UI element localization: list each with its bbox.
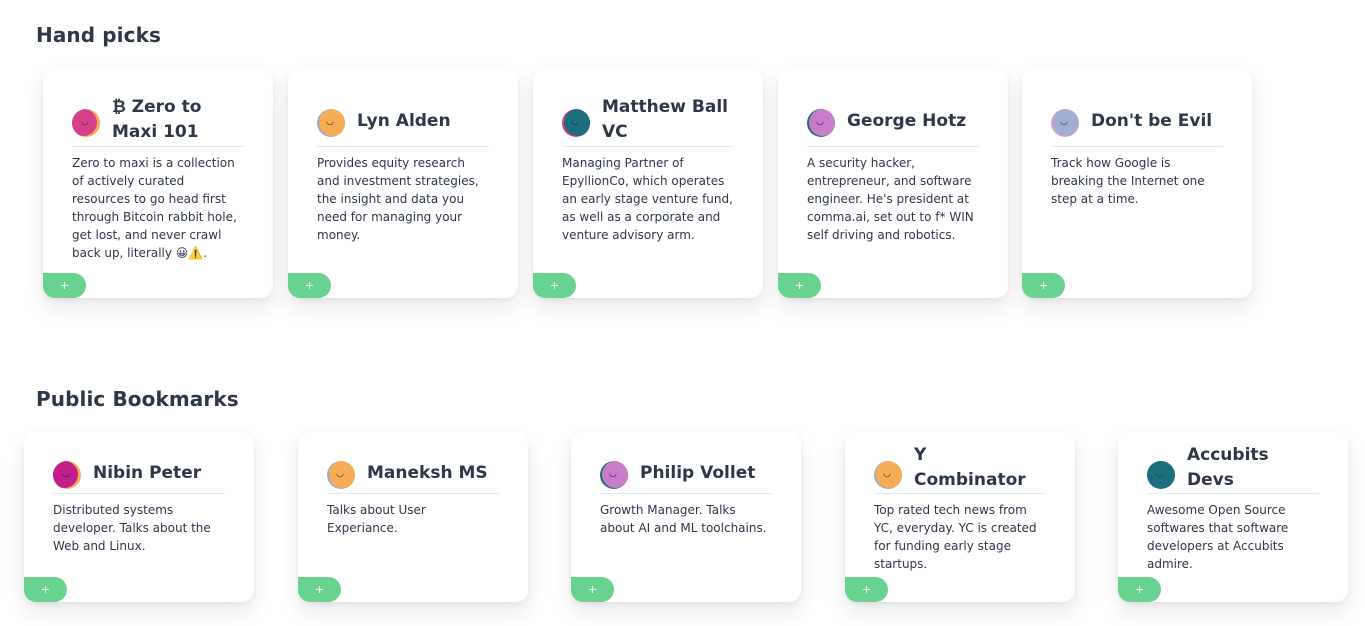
smiley-icon: ◡ (326, 117, 334, 127)
smiley-icon: ◡ (62, 468, 70, 479)
smiley-icon: ◡ (609, 468, 617, 479)
bookmark-card[interactable]: ◡ Philip Vollet Growth Manager. Talks ab… (571, 432, 801, 602)
card-header: ◡ Y Combinator (874, 432, 1046, 494)
avatar: ◡ (600, 460, 628, 489)
card-description: Track how Google is breaking the Interne… (1051, 156, 1205, 206)
avatar: ◡ (72, 109, 100, 137)
bookmark-card[interactable]: ◡ Nibin Peter Distributed systems develo… (24, 432, 254, 602)
bookmark-card[interactable]: ◡ Lyn Alden Provides equity research and… (288, 68, 518, 298)
smiley-icon: ◡ (816, 117, 824, 127)
avatar: ◡ (562, 109, 590, 137)
add-bookmark-button[interactable]: + (845, 577, 888, 602)
add-bookmark-button[interactable]: + (571, 577, 614, 602)
smiley-icon: ◡ (883, 468, 891, 479)
add-bookmark-button[interactable]: + (533, 273, 576, 298)
avatar: ◡ (807, 109, 835, 137)
avatar: ◡ (53, 460, 81, 489)
avatar: ◡ (1051, 109, 1079, 137)
smiley-icon: ◡ (336, 468, 344, 479)
card-header: ◡ Lyn Alden (317, 68, 489, 147)
section-title-public-bookmarks: Public Bookmarks (36, 387, 239, 411)
card-title: Nibin Peter (93, 463, 202, 483)
card-description: Distributed systems developer. Talks abo… (53, 503, 211, 553)
card-header: ◡ George Hotz (807, 68, 979, 147)
card-title: Matthew Ball VC (602, 97, 728, 142)
card-header: ◡ ₿ Zero to Maxi 101 (72, 68, 244, 147)
card-title: George Hotz (847, 110, 967, 131)
card-header: ◡ Philip Vollet (600, 432, 772, 494)
card-description: Zero to maxi is a collection of actively… (72, 156, 237, 260)
card-description: Growth Manager. Talks about AI and ML to… (600, 503, 767, 535)
bookmark-card[interactable]: ◡ Don't be Evil Track how Google is brea… (1022, 68, 1252, 298)
bookmark-card[interactable]: ◡ ₿ Zero to Maxi 101 Zero to maxi is a c… (43, 68, 273, 298)
bookmark-card[interactable]: ◡ Matthew Ball VC Managing Partner of Ep… (533, 68, 763, 298)
card-title: Lyn Alden (357, 110, 451, 131)
avatar: ◡ (1147, 460, 1175, 489)
bookmark-card[interactable]: ◡ Maneksh MS Talks about User Experiance… (298, 432, 528, 602)
card-title: Maneksh MS (367, 463, 488, 483)
add-bookmark-button[interactable]: + (288, 273, 331, 298)
page: Hand picks ◡ ₿ Zero to Maxi 101 Zero to … (0, 0, 1365, 626)
smiley-icon: ◡ (81, 117, 89, 127)
bookmark-card[interactable]: ◡ Y Combinator Top rated tech news from … (845, 432, 1075, 602)
bookmark-card[interactable]: ◡ Accubits Devs Awesome Open Source soft… (1118, 432, 1348, 602)
card-description: Managing Partner of EpyllionCo, which op… (562, 156, 733, 242)
section-title-hand-picks: Hand picks (36, 23, 161, 47)
add-bookmark-button[interactable]: + (24, 577, 67, 602)
card-header: ◡ Don't be Evil (1051, 68, 1223, 147)
add-bookmark-button[interactable]: + (298, 577, 341, 602)
card-title: ₿ Zero to Maxi 101 (112, 97, 202, 142)
add-bookmark-button[interactable]: + (1022, 273, 1065, 298)
smiley-icon: ◡ (571, 117, 579, 127)
card-description: Provides equity research and investment … (317, 156, 479, 242)
card-title: Y Combinator (914, 444, 1026, 490)
card-title: Accubits Devs (1187, 444, 1269, 490)
card-description: Awesome Open Source softwares that softw… (1147, 503, 1289, 571)
smiley-icon: ◡ (1156, 468, 1164, 479)
card-description: Top rated tech news from YC, everyday. Y… (874, 503, 1037, 571)
avatar: ◡ (874, 460, 902, 489)
card-description: A security hacker, entrepreneur, and sof… (807, 156, 974, 242)
add-bookmark-button[interactable]: + (43, 273, 86, 298)
add-bookmark-button[interactable]: + (778, 273, 821, 298)
avatar: ◡ (327, 460, 355, 489)
card-header: ◡ Nibin Peter (53, 432, 225, 494)
bookmark-card[interactable]: ◡ George Hotz A security hacker, entrepr… (778, 68, 1008, 298)
card-title: Don't be Evil (1091, 110, 1213, 131)
card-header: ◡ Maneksh MS (327, 432, 499, 494)
smiley-icon: ◡ (1060, 117, 1068, 127)
add-bookmark-button[interactable]: + (1118, 577, 1161, 602)
card-description: Talks about User Experiance. (327, 503, 426, 535)
card-title: Philip Vollet (640, 463, 756, 483)
card-header: ◡ Matthew Ball VC (562, 68, 734, 147)
card-header: ◡ Accubits Devs (1147, 432, 1319, 494)
avatar: ◡ (317, 109, 345, 137)
